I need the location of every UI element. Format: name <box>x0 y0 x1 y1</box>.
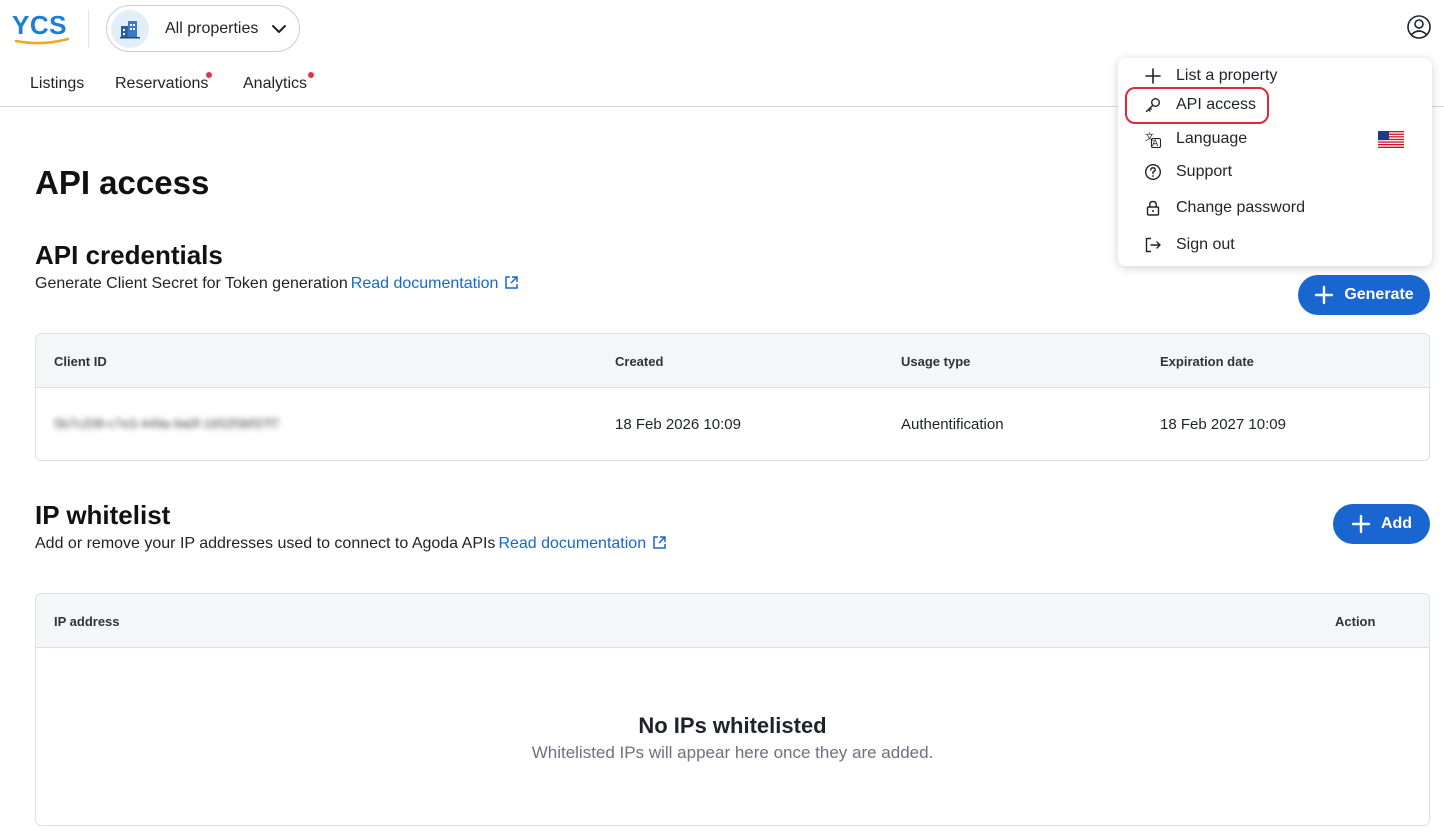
ycs-logo[interactable]: YCS <box>12 10 72 46</box>
generate-button[interactable]: Generate <box>1298 275 1430 315</box>
created-value: 18 Feb 2026 10:09 <box>615 416 741 433</box>
nav-item-listings[interactable]: Listings <box>30 75 84 93</box>
menu-item-label: Change password <box>1176 199 1305 216</box>
client-id-value: 5b7c208-c7e3-449a-9a0f-1652f36f37f7 <box>54 416 280 431</box>
nav-item-reservations[interactable]: Reservations <box>115 75 208 93</box>
plus-icon <box>1314 285 1334 305</box>
property-selector-label: All properties <box>165 19 259 37</box>
whitelist-doc-link[interactable]: Read documentation <box>498 535 646 552</box>
menu-item-list-property[interactable]: List a property <box>1118 61 1432 91</box>
building-icon <box>111 9 149 48</box>
whitelist-description: Add or remove your IP addresses used to … <box>35 535 496 552</box>
column-header-client-id: Client ID <box>54 354 107 369</box>
svg-text:A: A <box>1152 139 1159 148</box>
empty-state-title: No IPs whitelisted <box>638 713 827 738</box>
expiration-value: 18 Feb 2027 10:09 <box>1160 416 1286 433</box>
menu-item-label: Language <box>1176 130 1248 147</box>
column-header-created: Created <box>615 354 664 369</box>
ip-table-header: IP address Action <box>36 594 1429 648</box>
notification-dot <box>206 72 212 78</box>
ip-whitelist-table: IP address Action No IPs whitelisted Whi… <box>35 593 1430 826</box>
lock-icon <box>1144 199 1162 217</box>
whitelist-title: IP whitelist <box>35 500 171 530</box>
plus-icon <box>1351 514 1371 534</box>
credentials-table: Client ID Created Usage type Expiration … <box>35 333 1430 461</box>
whitelist-subtitle: Add or remove your IP addresses used to … <box>35 535 667 553</box>
logo-swoosh-icon <box>14 37 70 45</box>
menu-item-label: API access <box>1176 96 1257 113</box>
question-circle-icon <box>1144 163 1162 181</box>
menu-item-label: List a property <box>1176 67 1278 84</box>
chevron-down-icon <box>270 20 288 38</box>
logo-divider <box>88 10 89 48</box>
table-row: 5b7c208-c7e3-449a-9a0f-1652f36f37f7 18 F… <box>36 388 1429 460</box>
nav-item-analytics[interactable]: Analytics <box>243 75 307 93</box>
add-button-label: Add <box>1380 515 1413 532</box>
menu-item-label: Sign out <box>1176 236 1235 253</box>
menu-item-change-password[interactable]: Change password <box>1118 193 1432 223</box>
notification-dot <box>308 72 314 78</box>
menu-item-language[interactable]: 文A Language <box>1118 124 1432 154</box>
column-header-ip-address: IP address <box>54 614 120 629</box>
external-link-icon[interactable] <box>504 275 519 290</box>
plus-icon <box>1144 67 1162 85</box>
us-flag-icon <box>1378 130 1404 148</box>
external-link-icon[interactable] <box>652 535 667 550</box>
user-dropdown-menu: List a property API access 文A Language S… <box>1118 58 1432 266</box>
translate-icon: 文A <box>1144 130 1162 148</box>
usage-type-value: Authentification <box>901 416 1004 433</box>
menu-item-label: Support <box>1176 163 1233 180</box>
sign-out-icon <box>1144 236 1162 254</box>
add-ip-button[interactable]: Add <box>1333 504 1430 544</box>
column-header-action: Action <box>1335 614 1376 629</box>
user-account-icon[interactable] <box>1406 14 1432 40</box>
property-selector[interactable]: All properties <box>106 5 300 52</box>
top-bar: YCS All properties <box>0 0 1444 60</box>
credentials-table-header: Client ID Created Usage type Expiration … <box>36 334 1429 388</box>
generate-button-label: Generate <box>1344 286 1414 303</box>
menu-item-api-access[interactable]: API access <box>1118 90 1432 120</box>
credentials-subtitle: Generate Client Secret for Token generat… <box>35 275 519 293</box>
menu-item-support[interactable]: Support <box>1118 157 1432 187</box>
credentials-title: API credentials <box>35 240 223 270</box>
key-icon <box>1144 96 1162 114</box>
credentials-description: Generate Client Secret for Token generat… <box>35 275 348 292</box>
column-header-usage-type: Usage type <box>901 354 971 369</box>
credentials-doc-link[interactable]: Read documentation <box>351 275 499 292</box>
menu-item-sign-out[interactable]: Sign out <box>1118 230 1432 260</box>
column-header-expiration: Expiration date <box>1160 354 1254 369</box>
empty-state-subtitle: Whitelisted IPs will appear here once th… <box>531 743 934 762</box>
page-title: API access <box>35 164 210 201</box>
